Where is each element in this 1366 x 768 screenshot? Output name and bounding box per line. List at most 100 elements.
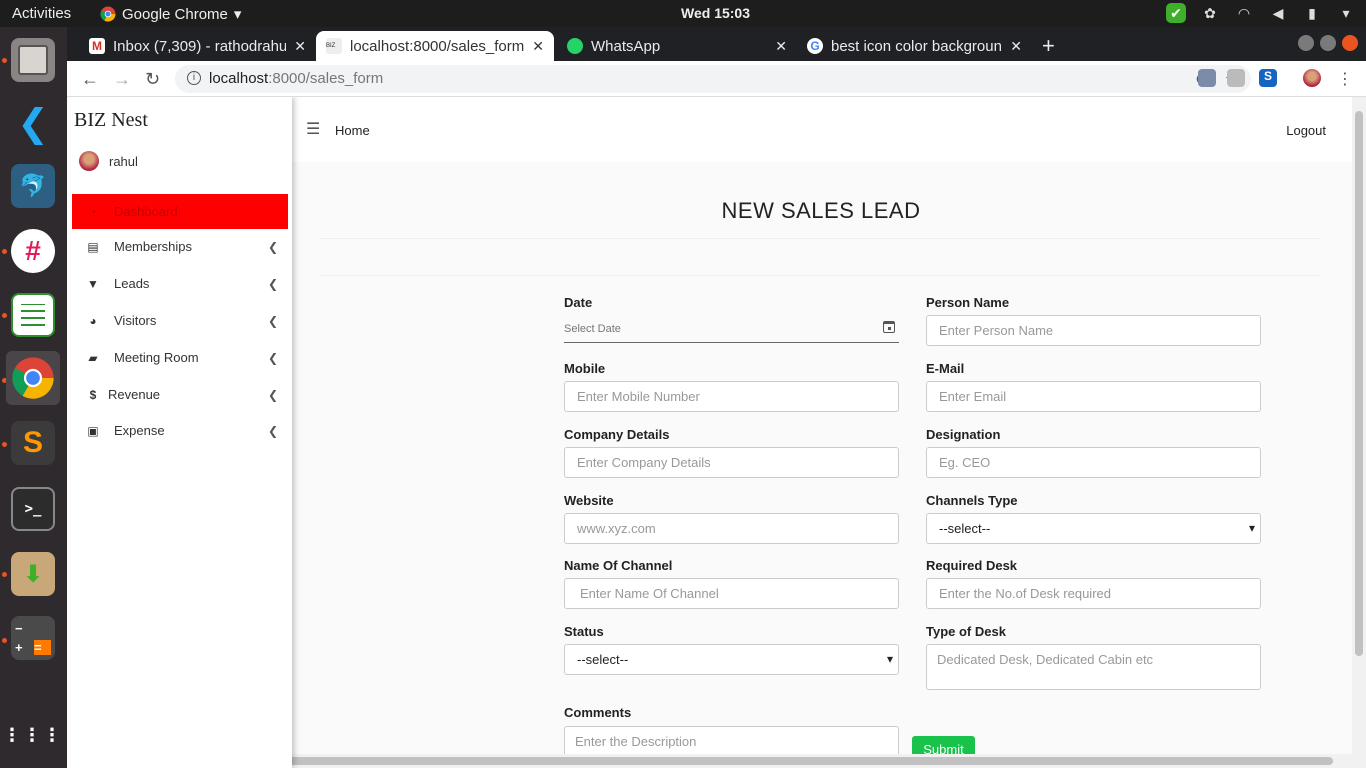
- tab-whatsapp[interactable]: WhatsApp ✕: [557, 31, 797, 61]
- extension-s-icon[interactable]: S: [1259, 69, 1277, 87]
- brand-logo[interactable]: BIZ Nest: [74, 109, 148, 132]
- web-page: BIZ Nest rahul ◔ Dashboard ▤ Memberships…: [67, 97, 1366, 768]
- page-title: NEW SALES LEAD: [721, 198, 921, 223]
- sidebar-item-label: Leads: [114, 276, 150, 291]
- reload-icon[interactable]: ↻: [145, 69, 160, 90]
- dock-terminal[interactable]: >_: [6, 482, 60, 536]
- clock-icon: ◕: [89, 313, 97, 328]
- app-menu[interactable]: Google Chrome ▾: [100, 5, 241, 23]
- paw-icon[interactable]: ✿: [1200, 3, 1220, 23]
- url-path: :8000/sales_form: [268, 70, 384, 87]
- system-top-bar: Activities Google Chrome ▾ Wed 15:03 ✔ ✿…: [0, 0, 1366, 27]
- check-icon[interactable]: ✔: [1166, 3, 1186, 23]
- type-of-desk-textarea[interactable]: Dedicated Desk, Dedicated Cabin etc: [926, 644, 1261, 690]
- company-input[interactable]: Enter Company Details: [564, 447, 899, 478]
- person-name-label: Person Name: [926, 295, 1010, 310]
- sidebar-item-dashboard[interactable]: ◔ Dashboard: [72, 194, 288, 229]
- vertical-scrollbar[interactable]: [1352, 97, 1366, 754]
- sidebar-item-leads[interactable]: ▼ Leads ❮: [72, 266, 288, 301]
- user-info[interactable]: rahul: [79, 151, 138, 171]
- profile-avatar[interactable]: [1303, 69, 1321, 87]
- activities-button[interactable]: Activities: [12, 5, 71, 22]
- app-grid-icon: ⋮⋮⋮: [3, 725, 63, 745]
- toolbar: ← → ↻ i localhost:8000/sales_form ⊖ ☆ S …: [67, 61, 1366, 97]
- chevron-left-icon: ❮: [267, 387, 278, 402]
- minimize-button[interactable]: [1298, 35, 1314, 51]
- date-picker[interactable]: Select Date: [564, 315, 899, 343]
- scrollbar-thumb[interactable]: [1355, 111, 1363, 656]
- close-icon[interactable]: ✕: [294, 38, 306, 55]
- dock-slack[interactable]: #: [6, 224, 60, 278]
- hamburger-menu-icon[interactable]: ☰: [306, 119, 320, 139]
- channel-name-label: Name Of Channel: [564, 558, 673, 573]
- required-desk-input[interactable]: Enter the No.of Desk required: [926, 578, 1261, 609]
- dock-vscode[interactable]: ❮: [6, 96, 60, 150]
- website-input[interactable]: www.xyz.com: [564, 513, 899, 544]
- channel-name-input[interactable]: Enter Name Of Channel: [564, 578, 899, 609]
- close-icon[interactable]: ✕: [775, 38, 787, 55]
- chevron-down-icon[interactable]: ▾: [1336, 3, 1356, 23]
- spreadsheet-icon: [11, 293, 55, 337]
- calendar-icon[interactable]: [883, 321, 895, 333]
- tab-title: best icon color background: [831, 37, 1003, 55]
- tab-google[interactable]: G best icon color background ✕: [797, 31, 1032, 61]
- wifi-icon[interactable]: ◠: [1234, 3, 1254, 23]
- dock-libreoffice-calc[interactable]: [6, 288, 60, 342]
- sidebar-item-memberships[interactable]: ▤ Memberships ❮: [72, 229, 288, 264]
- extension-icon[interactable]: [1227, 69, 1245, 87]
- extension-icon[interactable]: [1198, 69, 1216, 87]
- mobile-input[interactable]: Enter Mobile Number: [564, 381, 899, 412]
- dock-files[interactable]: [6, 33, 60, 87]
- comments-label: Comments: [564, 705, 632, 720]
- chevron-left-icon: ❮: [267, 276, 278, 291]
- home-link[interactable]: Home: [335, 123, 370, 138]
- book-icon: ▰: [88, 350, 98, 365]
- dock-archive[interactable]: ⬇: [6, 547, 60, 601]
- logout-link[interactable]: Logout: [1286, 123, 1326, 138]
- forward-arrow-icon[interactable]: →: [113, 69, 131, 90]
- sidebar-item-visitors[interactable]: ◕ Visitors ❮: [72, 303, 288, 338]
- sidebar-item-meeting-room[interactable]: ▰ Meeting Room ❮: [72, 340, 288, 375]
- close-icon[interactable]: ✕: [1010, 38, 1022, 55]
- terminal-icon: >_: [11, 487, 55, 531]
- email-input[interactable]: Enter Email: [926, 381, 1261, 412]
- divider: [320, 238, 1320, 239]
- chrome-icon: [100, 6, 116, 22]
- volume-icon[interactable]: ◀: [1268, 3, 1288, 23]
- channels-type-select[interactable]: --select--: [926, 513, 1261, 544]
- tab-gmail[interactable]: M Inbox (7,309) - rathodrahul ✕: [79, 31, 316, 61]
- tab-sales-form[interactable]: BIZ localhost:8000/sales_form ✕: [316, 31, 554, 61]
- address-bar[interactable]: i localhost:8000/sales_form ⊖ ☆: [175, 65, 1251, 93]
- avatar: [79, 151, 99, 171]
- company-label: Company Details: [564, 427, 670, 442]
- url-host: localhost: [209, 70, 269, 87]
- status-select[interactable]: --select--: [564, 644, 899, 675]
- sidebar-item-label: Revenue: [108, 387, 161, 402]
- chevron-left-icon: ❮: [267, 313, 278, 328]
- type-of-desk-label: Type of Desk: [926, 624, 1006, 639]
- whatsapp-icon: [567, 38, 583, 54]
- close-window-button[interactable]: [1342, 35, 1358, 51]
- calculator-icon: − + =: [11, 616, 55, 660]
- dock-sublime[interactable]: S: [6, 416, 60, 470]
- battery-icon[interactable]: ▮: [1302, 3, 1322, 23]
- back-arrow-icon[interactable]: ←: [81, 69, 99, 90]
- person-name-input[interactable]: Enter Person Name: [926, 315, 1261, 346]
- close-icon[interactable]: ✕: [532, 38, 544, 55]
- clock[interactable]: Wed 15:03: [681, 5, 750, 21]
- new-tab-button[interactable]: +: [1042, 33, 1055, 59]
- sidebar-item-revenue[interactable]: $ Revenue ❮: [72, 377, 288, 412]
- dock-chrome[interactable]: [6, 351, 60, 405]
- chrome-icon: [12, 357, 54, 399]
- maximize-button[interactable]: [1320, 35, 1336, 51]
- dashboard-icon: ◔: [89, 204, 97, 219]
- sidebar-item-expense[interactable]: ▣ Expense ❮: [72, 413, 288, 448]
- info-icon[interactable]: i: [187, 71, 201, 85]
- channels-type-label: Channels Type: [926, 493, 1018, 508]
- designation-input[interactable]: Eg. CEO: [926, 447, 1261, 478]
- show-applications[interactable]: ⋮⋮⋮: [3, 708, 63, 762]
- dock-mysql-workbench[interactable]: 🐬: [6, 159, 60, 213]
- sidebar-item-label: Meeting Room: [114, 350, 199, 365]
- dock-calculator[interactable]: − + =: [6, 611, 60, 665]
- menu-icon[interactable]: ⋮: [1337, 69, 1353, 89]
